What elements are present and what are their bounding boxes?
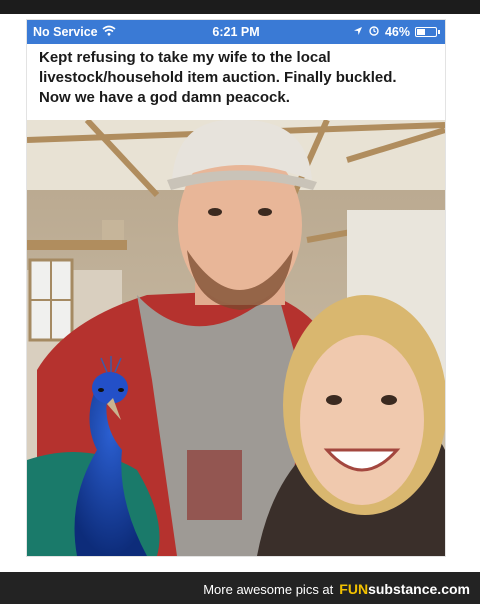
selfie-photo	[27, 120, 445, 556]
caption-line: Kept refusing to take my wife to the loc…	[39, 49, 331, 66]
top-dark-strip	[0, 0, 480, 14]
post-caption: Kept refusing to take my wife to the loc…	[39, 48, 439, 108]
status-right: 46%	[353, 25, 440, 39]
caption-line: livestock/household item auction. Finall…	[39, 69, 397, 86]
battery-level-fill	[417, 29, 425, 35]
footer-text: More awesome pics at	[203, 582, 334, 597]
peacock-head	[92, 372, 128, 404]
photo-illustration	[27, 120, 445, 556]
brand-fun: FUN	[339, 581, 369, 597]
brand-substance: substance.com	[368, 581, 470, 597]
caption-line: Now we have a god damn peacock.	[39, 89, 290, 106]
alarm-icon	[368, 25, 380, 39]
footer-text-group: More awesome pics at FUNsubstance.com	[203, 581, 470, 597]
location-arrow-icon	[353, 25, 363, 39]
battery-percent: 46%	[384, 25, 410, 39]
brand-logo[interactable]: FUNsubstance.com	[339, 581, 470, 597]
watermark-footer: More awesome pics at FUNsubstance.com	[0, 572, 480, 604]
battery-icon	[415, 27, 440, 37]
woman-face	[300, 335, 424, 505]
screenshot-card: No Service 6:21 PM 46% Kept refusing to …	[27, 20, 445, 556]
status-bar: No Service 6:21 PM 46%	[27, 20, 445, 44]
